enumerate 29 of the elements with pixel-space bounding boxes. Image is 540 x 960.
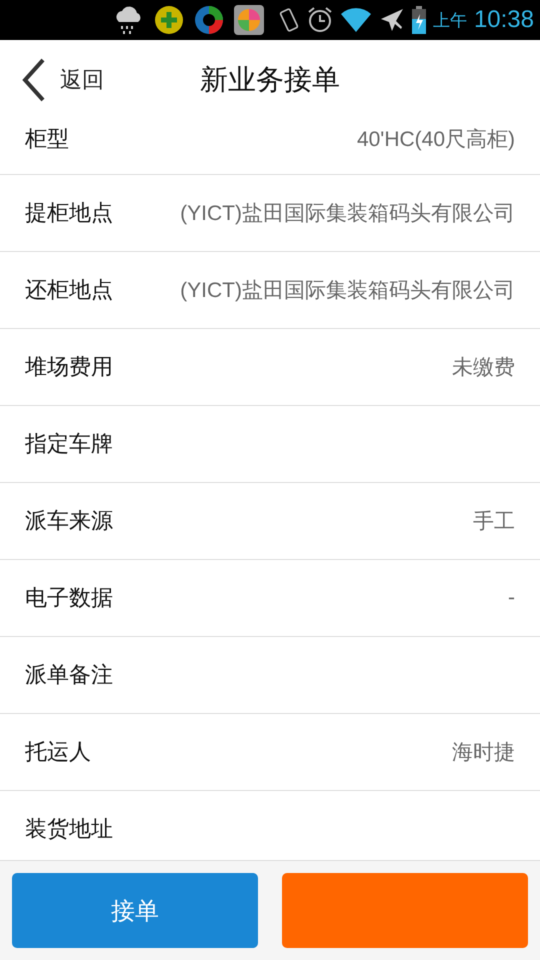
back-icon [22, 58, 46, 102]
field-value: (YICT)盐田国际集装箱码头有限公司 [180, 278, 515, 304]
field-value: 手工 [473, 509, 515, 535]
field-label: 提柜地点 [25, 200, 113, 228]
alarm-icon [306, 6, 333, 34]
back-button[interactable]: 返回 [22, 58, 104, 102]
field-value: 40'HC(40尺高柜) [356, 127, 515, 153]
field-value: 未缴费 [452, 355, 515, 381]
plus-icon[interactable] [154, 5, 184, 35]
swirl-icon[interactable] [194, 5, 224, 35]
field-label: 堆场费用 [25, 354, 113, 382]
page-title: 新业务接单 [200, 63, 340, 96]
clock-time: 10:38 [474, 6, 534, 34]
time-period: 上午 [432, 10, 467, 32]
wifi-icon [340, 7, 372, 33]
field-label: 装货地址 [25, 816, 113, 844]
field-label: 派车来源 [25, 508, 113, 536]
airplane-icon [378, 7, 405, 33]
field-value: 海时捷 [452, 740, 515, 766]
field-label: 电子数据 [25, 585, 113, 613]
action-button[interactable]: 接单 [12, 873, 258, 948]
field-label: 柜型 [25, 126, 69, 154]
field-label: 还柜地点 [25, 277, 113, 305]
field-label: 托运人 [25, 739, 91, 767]
battery-icon [412, 6, 426, 34]
field-label: 指定车牌 [25, 431, 113, 459]
field-value: - [508, 586, 515, 610]
field-label: 派单备注 [25, 662, 113, 690]
field-value: (YICT)盐田国际集装箱码头有限公司 [180, 201, 515, 227]
